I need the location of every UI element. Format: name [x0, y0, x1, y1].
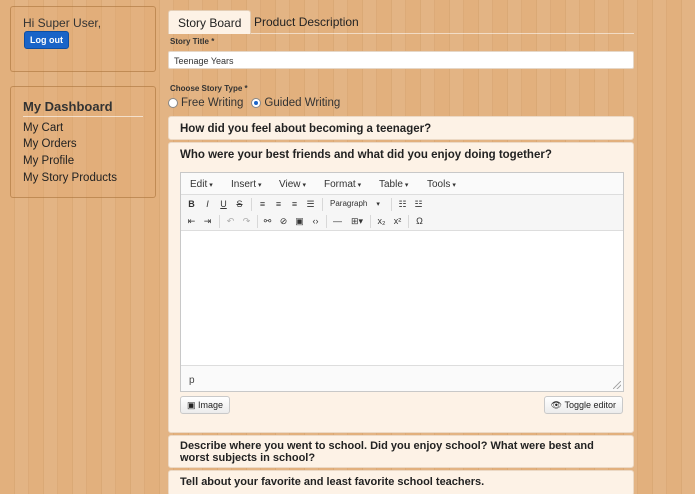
radio-guided-writing-label[interactable]: Guided Writing — [264, 97, 340, 109]
align-center-icon[interactable]: ≡ — [272, 198, 285, 211]
menu-view[interactable]: View ▾ — [279, 179, 306, 190]
story-type-radio-group: Free Writing Guided Writing — [168, 97, 348, 109]
menu-format[interactable]: Format ▾ — [324, 179, 361, 190]
table-icon[interactable]: ⊞▾ — [347, 215, 367, 228]
indent-icon[interactable]: ⇥ — [201, 215, 214, 228]
separator — [219, 215, 220, 228]
image-icon: ▣ — [187, 400, 196, 410]
user-panel: Hi Super User, Log out — [10, 6, 156, 72]
separator — [370, 215, 371, 228]
editor-statusbar: p — [181, 365, 623, 391]
question-1[interactable]: How did you feel about becoming a teenag… — [168, 116, 634, 140]
story-title-input[interactable]: Teenage Years — [168, 51, 634, 69]
separator — [408, 215, 409, 228]
insert-image-button[interactable]: ▣ Image — [180, 396, 231, 414]
sidebar-link-my-cart[interactable]: My Cart — [23, 122, 63, 134]
divider — [23, 116, 143, 117]
element-path[interactable]: p — [189, 375, 195, 386]
question-2[interactable]: Who were your best friends and what did … — [180, 149, 552, 161]
main-content: Story Board Product Description Story Ti… — [168, 6, 635, 494]
italic-button[interactable]: I — [201, 198, 214, 211]
editor-toolbar: B I U S ≡ ≡ ≡ ☰ Paragraph▾ ☷ ☳ ⇤ ⇥ ↶ ↷ — [181, 195, 623, 231]
unlink-icon[interactable]: ⊘ — [277, 215, 290, 228]
eye-icon: 👁 — [550, 400, 563, 410]
undo-icon[interactable]: ↶ — [224, 215, 237, 228]
separator — [257, 215, 258, 228]
align-right-icon[interactable]: ≡ — [288, 198, 301, 211]
sidebar-link-my-orders[interactable]: My Orders — [23, 138, 77, 150]
code-icon[interactable]: ‹› — [309, 215, 322, 228]
special-char-icon[interactable]: Ω — [413, 215, 426, 228]
editor-content-area[interactable] — [181, 231, 623, 365]
paragraph-format-select[interactable]: Paragraph ▾ — [327, 197, 387, 211]
separator — [251, 198, 252, 211]
superscript-icon[interactable]: x² — [391, 215, 404, 228]
question-3[interactable]: Describe where you went to school. Did y… — [168, 435, 634, 468]
radio-guided-writing[interactable] — [251, 98, 262, 108]
justify-icon[interactable]: ☰ — [304, 198, 317, 211]
question-2-panel: Who were your best friends and what did … — [168, 142, 634, 433]
outdent-icon[interactable]: ⇤ — [185, 215, 198, 228]
greeting-text: Hi Super User, — [23, 16, 102, 30]
bold-button[interactable]: B — [185, 198, 198, 211]
resize-handle-icon[interactable] — [613, 381, 621, 389]
menu-insert[interactable]: Insert ▾ — [231, 179, 262, 190]
subscript-icon[interactable]: x₂ — [375, 215, 388, 228]
dashboard-panel: My Dashboard My Cart My Orders My Profil… — [10, 86, 156, 198]
separator — [326, 215, 327, 228]
separator — [322, 198, 323, 211]
menu-edit[interactable]: Edit ▾ — [190, 179, 213, 190]
bullet-list-icon[interactable]: ☷ — [396, 198, 409, 211]
story-type-label: Choose Story Type * — [170, 84, 248, 93]
underline-button[interactable]: U — [217, 198, 230, 211]
radio-free-writing[interactable] — [168, 98, 178, 108]
sidebar-link-my-story-products[interactable]: My Story Products — [23, 172, 117, 184]
menu-table[interactable]: Table ▾ — [379, 179, 408, 190]
redo-icon[interactable]: ↷ — [240, 215, 253, 228]
separator — [391, 198, 392, 211]
editor-menubar: Edit ▾ Insert ▾ View ▾ Format ▾ Table ▾ Tools… — [181, 173, 623, 195]
tab-story-board[interactable]: Story Board — [168, 10, 252, 34]
sidebar-link-my-profile[interactable]: My Profile — [23, 155, 74, 167]
menu-tools[interactable]: Tools ▾ — [427, 179, 456, 190]
radio-free-writing-label[interactable]: Free Writing — [181, 97, 243, 109]
align-left-icon[interactable]: ≡ — [256, 198, 269, 211]
story-title-label: Story Title * — [170, 37, 215, 46]
logout-button[interactable]: Log out — [24, 31, 69, 49]
question-4[interactable]: Tell about your favorite and least favor… — [168, 470, 634, 494]
image-icon[interactable]: ▣ — [293, 215, 306, 228]
rich-text-editor: Edit ▾ Insert ▾ View ▾ Format ▾ Table ▾ Tools… — [180, 172, 624, 392]
tab-bar: Story Board Product Description — [168, 6, 634, 34]
numbered-list-icon[interactable]: ☳ — [412, 198, 425, 211]
horizontal-rule-icon[interactable]: — — [331, 215, 344, 228]
link-icon[interactable]: ⚯ — [261, 215, 274, 228]
tab-product-description[interactable]: Product Description — [245, 10, 368, 34]
dashboard-title: My Dashboard — [23, 99, 113, 114]
strikethrough-button[interactable]: S — [233, 198, 246, 211]
toggle-editor-button[interactable]: 👁 Toggle editor — [543, 396, 623, 414]
